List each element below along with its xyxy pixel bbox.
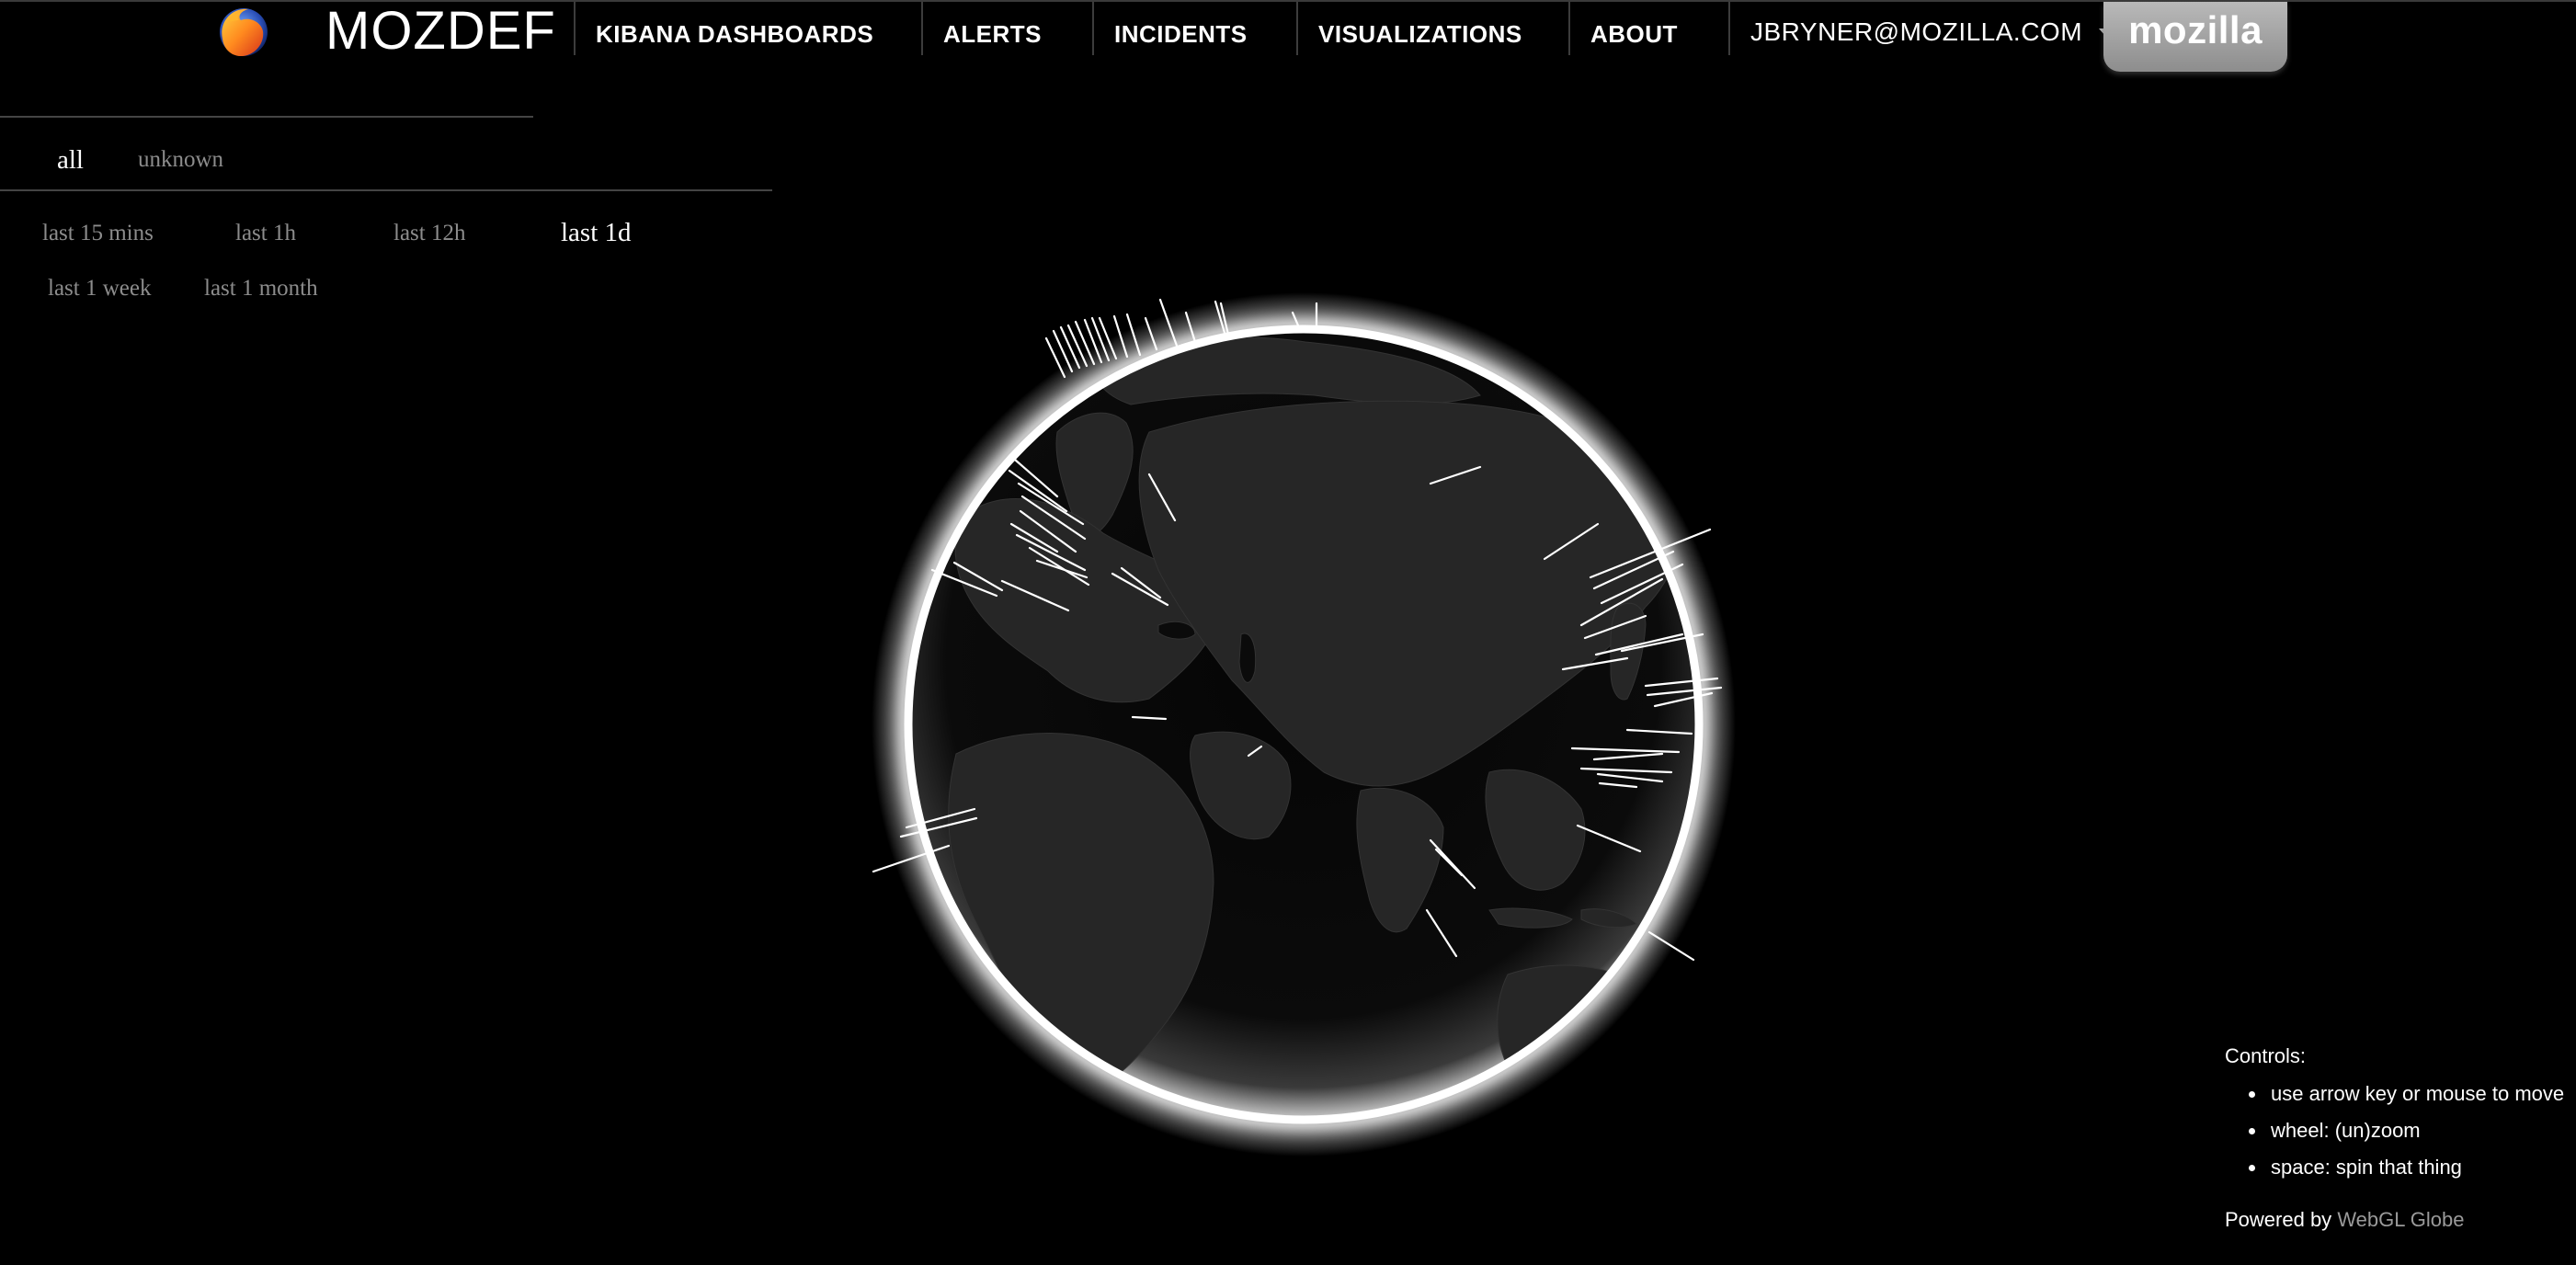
powered-by: Powered by WebGL Globe bbox=[2225, 1208, 2465, 1232]
controls-title: Controls: bbox=[2225, 1044, 2307, 1067]
controls-item: space: spin that thing bbox=[2245, 1155, 2564, 1191]
webgl-globe-link[interactable]: WebGL Globe bbox=[2337, 1208, 2464, 1231]
controls-item: wheel: (un)zoom bbox=[2245, 1118, 2564, 1155]
powered-by-prefix: Powered by bbox=[2225, 1208, 2332, 1231]
event-spike bbox=[1052, 329, 1074, 373]
controls-item: use arrow key or mouse to move bbox=[2245, 1081, 2564, 1118]
controls-list: use arrow key or mouse to move wheel: (u… bbox=[2245, 1081, 2564, 1191]
webgl-globe[interactable] bbox=[0, 0, 2576, 1265]
mozdef-globe-page: MOZDEF KIBANA DASHBOARDS ALERTS INCIDENT… bbox=[0, 0, 2576, 1265]
